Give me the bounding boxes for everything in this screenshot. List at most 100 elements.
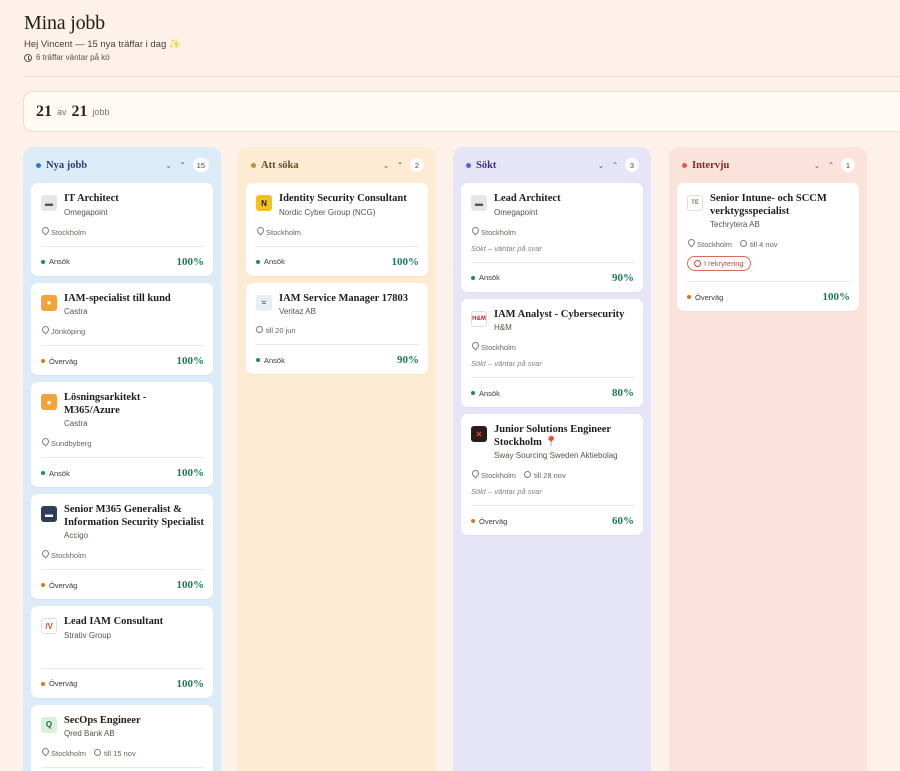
- company-name: Omegapoint: [494, 207, 538, 217]
- queue-info: 6 träffar väntar på kö: [24, 53, 181, 62]
- status-indicator: Överväg: [471, 517, 507, 526]
- job-title[interactable]: Senior Intune- och SCCM verktygsspeciali…: [710, 193, 850, 218]
- deadline-text: till 4 nov: [750, 239, 778, 249]
- job-title[interactable]: IT Architect: [64, 193, 119, 206]
- job-title[interactable]: Junior Solutions Engineer Stockholm 📍: [494, 424, 634, 449]
- card-text: Junior Solutions Engineer Stockholm 📍 Swa…: [494, 424, 634, 460]
- recruiting-badge: I rekrytering: [687, 256, 751, 271]
- deadline: till 15 nov: [94, 748, 136, 758]
- card-header: ▬ Lead Architect Omegapoint: [471, 193, 634, 217]
- company-name: Omegapoint: [64, 207, 108, 217]
- card-footer: Ansök 100%: [41, 457, 204, 479]
- chevron-up-icon[interactable]: ⌃: [611, 161, 619, 170]
- status-indicator: Överväg: [41, 679, 77, 688]
- location-pin-icon: [41, 748, 48, 756]
- card-footer: Ansök 90%: [256, 344, 419, 366]
- card-text: Lead IAM Consultant Strativ Group: [64, 616, 163, 640]
- card-footer: Överväg 100%: [41, 569, 204, 591]
- job-title[interactable]: Senior M365 Generalist & Information Sec…: [64, 504, 204, 529]
- location-pin-icon: [687, 239, 694, 247]
- job-card[interactable]: H&M IAM Analyst - Cybersecurity H&M Stockho…: [461, 298, 643, 407]
- chevron-down-icon[interactable]: ⌄: [165, 161, 173, 170]
- job-card[interactable]: Q SecOps Engineer Qred Bank AB Stockholm til…: [31, 704, 213, 771]
- location: Stockholm: [471, 342, 516, 352]
- job-meta: Stockholm: [471, 227, 634, 237]
- deadline-text: till 15 nov: [104, 748, 136, 758]
- chevron-down-icon[interactable]: ⌄: [597, 161, 605, 170]
- job-card[interactable]: ▬ IT Architect Omegapoint Stockholm Ansök 100…: [31, 183, 213, 276]
- strativ-logo: /V: [41, 618, 57, 634]
- match-score: 80%: [612, 387, 634, 399]
- status-label: Ansök: [264, 257, 285, 266]
- header-divider: [24, 76, 900, 77]
- status-label: Överväg: [49, 679, 78, 688]
- job-title[interactable]: Lösningsarkitekt - M365/Azure: [64, 392, 204, 417]
- badge-text: I rekrytering: [704, 259, 744, 268]
- match-score: 100%: [176, 255, 205, 268]
- job-meta: till 20 jun: [256, 326, 419, 335]
- column-dot: [466, 162, 471, 168]
- column-nya: Nya jobb ⌄ ⌃ 15 ▬ IT Architect Omegapoint Stock…: [23, 147, 221, 771]
- job-card[interactable]: N Identity Security Consultant Nordic Cybe…: [246, 183, 428, 276]
- status-indicator: Överväg: [41, 581, 77, 590]
- job-card[interactable]: ▬ Senior M365 Generalist & Information Se…: [31, 494, 213, 599]
- location: Stockholm: [471, 470, 516, 480]
- omegapoint-logo: ▬: [471, 195, 487, 211]
- clock-icon: [256, 326, 263, 333]
- card-header: Q SecOps Engineer Qred Bank AB: [41, 715, 204, 738]
- job-meta: Stockholm till 28 nov: [471, 470, 634, 480]
- chevron-up-icon[interactable]: ⌃: [179, 161, 187, 170]
- job-title[interactable]: SecOps Engineer: [64, 715, 141, 728]
- job-card[interactable]: ● Lösningsarkitekt - M365/Azure Castra Sund…: [31, 382, 213, 487]
- status-dot: [471, 275, 475, 280]
- card-footer: Ansök 80%: [471, 377, 634, 399]
- job-card[interactable]: ≈ IAM Service Manager 17803 Veritaz AB till…: [246, 282, 428, 374]
- job-meta: Stockholm: [256, 227, 419, 237]
- job-card[interactable]: TE Senior Intune- och SCCM verktygsspecia…: [677, 183, 859, 311]
- company-name: Sway Sourcing Sweden Aktiebolag: [494, 451, 618, 460]
- status-dot: [471, 519, 475, 523]
- unit-label: jobb: [92, 106, 110, 117]
- card-text: Senior M365 Generalist & Information Sec…: [64, 504, 204, 540]
- card-footer: Överväg 100%: [687, 281, 850, 303]
- status-label: Överväg: [479, 516, 508, 526]
- status-indicator: Ansök: [256, 257, 285, 266]
- job-meta: Stockholm: [41, 227, 204, 237]
- job-title[interactable]: IAM-specialist till kund: [64, 293, 171, 306]
- card-header: ▬ Senior M365 Generalist & Information Se…: [41, 504, 204, 540]
- application-note: Sökt – väntar på svar: [471, 243, 542, 253]
- card-list: ▬ Lead Architect Omegapoint Stockholm Sökt –…: [461, 183, 643, 535]
- job-title[interactable]: Identity Security Consultant: [279, 193, 407, 206]
- status-indicator: Ansök: [256, 356, 285, 365]
- status-indicator: Överväg: [687, 293, 723, 302]
- job-title[interactable]: Lead Architect: [494, 193, 561, 206]
- column-sokt: Sökt ⌄ ⌃ 3 ▬ Lead Architect Omegapoint Stockhol…: [453, 147, 651, 771]
- card-footer: Ansök 100%: [256, 245, 419, 268]
- job-meta: Stockholm till 15 nov: [41, 748, 204, 758]
- sway-logo: ✕: [471, 426, 487, 442]
- job-meta: Sundbyberg: [41, 438, 204, 448]
- page-header: Mina jobb Hej Vincent — 15 nya träffar i…: [24, 12, 181, 62]
- job-card[interactable]: ● IAM-specialist till kund Castra Jönköping…: [31, 282, 213, 375]
- job-card[interactable]: ▬ Lead Architect Omegapoint Stockholm Sökt –…: [461, 183, 643, 292]
- chevron-up-icon[interactable]: ⌃: [396, 161, 404, 170]
- chevron-down-icon[interactable]: ⌄: [813, 161, 821, 170]
- job-card[interactable]: ✕ Junior Solutions Engineer Stockholm 📍 Sw…: [461, 414, 643, 535]
- company-name: Strativ Group: [64, 630, 112, 640]
- clock-icon: [94, 748, 102, 756]
- location-text: Stockholm: [51, 551, 87, 560]
- job-title[interactable]: IAM Analyst - Cybersecurity: [494, 309, 624, 322]
- chevron-down-icon[interactable]: ⌄: [382, 161, 390, 170]
- chevron-up-icon[interactable]: ⌃: [827, 161, 835, 170]
- status-indicator: Ansök: [41, 257, 70, 266]
- column-dot: [36, 162, 41, 168]
- job-title[interactable]: IAM Service Manager 17803: [279, 293, 408, 306]
- column-title: Att söka: [261, 159, 299, 171]
- page-title: Mina jobb: [24, 12, 105, 34]
- status-label: Ansök: [49, 257, 70, 266]
- card-list: TE Senior Intune- och SCCM verktygsspecia…: [677, 183, 859, 311]
- job-card[interactable]: /V Lead IAM Consultant Strativ Group Övervä…: [31, 606, 213, 698]
- company-name: Nordic Cyber Group (NCG): [279, 207, 376, 217]
- clock-icon: [24, 53, 32, 62]
- job-title[interactable]: Lead IAM Consultant: [64, 616, 163, 629]
